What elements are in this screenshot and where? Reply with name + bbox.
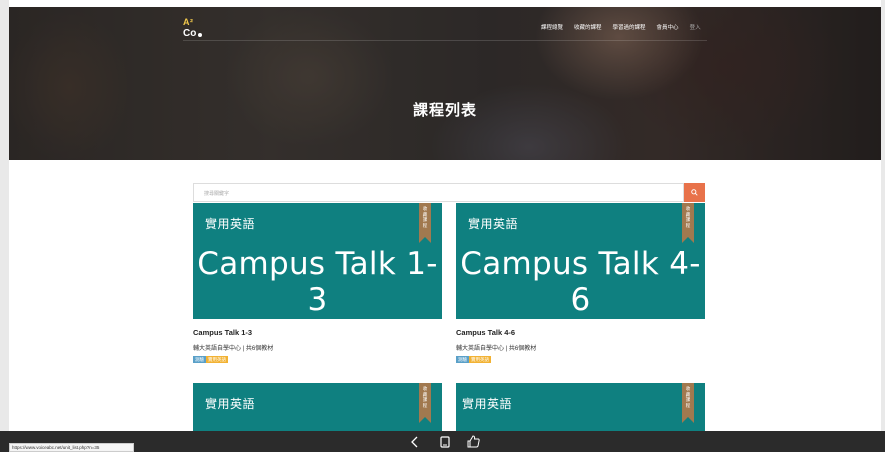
browser-page: A² Co 課程總覽 收藏的課程 學習過的課程 會員中心 登入 課程列表 搜尋關… xyxy=(0,0,885,452)
card-category: 實用英語 xyxy=(205,397,256,411)
card-category: 實用英語 xyxy=(462,397,513,411)
logo-dot xyxy=(198,33,202,37)
nav-divider xyxy=(183,40,707,41)
nav-course-overview[interactable]: 課程總覽 xyxy=(541,23,563,31)
course-card-thumbnail[interactable]: 實用英語 Campus Talk 1-3 收 藏 課 程 xyxy=(193,203,442,319)
thumbs-up-icon[interactable] xyxy=(467,435,480,448)
favorite-ribbon-label: 收 藏 課 程 xyxy=(422,386,428,408)
search-input[interactable]: 搜尋關鍵字 xyxy=(193,183,684,202)
logo-line1: A² xyxy=(183,17,194,27)
nav-login[interactable]: 登入 xyxy=(690,23,701,31)
tag-practical-english: 實用英語 xyxy=(469,356,491,363)
card-big-title: Campus Talk 1-3 xyxy=(197,246,438,318)
card-big-title: Campus Talk 4-6 xyxy=(460,246,701,318)
status-url: https://www.voiceabc.net/unit_list.php?n… xyxy=(9,443,134,452)
page-title: 課程列表 xyxy=(412,102,477,119)
course-meta: 輔大英語自學中心 | 共6個教材 xyxy=(193,346,274,352)
nav-learned-courses[interactable]: 學習過的課程 xyxy=(613,23,646,31)
course-card-thumbnail[interactable]: 實用英語 收 藏 課 程 xyxy=(193,383,442,431)
favorite-ribbon[interactable]: 收 藏 課 程 xyxy=(682,383,694,423)
favorite-ribbon[interactable]: 收 藏 課 程 xyxy=(419,383,431,423)
search-icon xyxy=(691,188,698,196)
back-icon[interactable] xyxy=(410,436,419,448)
course-title[interactable]: Campus Talk 4-6 xyxy=(456,328,515,337)
favorite-ribbon[interactable]: 收 藏 課 程 xyxy=(419,203,431,243)
course-meta: 輔大英語自學中心 | 共6個教材 xyxy=(456,346,537,352)
hero-overlay xyxy=(9,7,881,160)
course-card-thumbnail[interactable]: 實用英語 收 藏 課 程 xyxy=(456,383,705,431)
tag-quiz: 測驗 xyxy=(193,356,206,363)
course-card-thumbnail[interactable]: 實用英語 Campus Talk 4-6 收 藏 課 程 xyxy=(456,203,705,319)
right-edge xyxy=(881,0,885,452)
tag-practical-english: 實用英語 xyxy=(206,356,228,363)
favorite-ribbon-label: 收 藏 課 程 xyxy=(685,386,691,408)
logo-line2: Co xyxy=(183,28,197,39)
hero-banner: A² Co 課程總覽 收藏的課程 學習過的課程 會員中心 登入 課程列表 xyxy=(9,7,881,160)
nav-favorite-courses[interactable]: 收藏的課程 xyxy=(574,23,602,31)
top-nav: 課程總覽 收藏的課程 學習過的課程 會員中心 登入 xyxy=(541,23,701,31)
tablet-icon[interactable] xyxy=(440,436,450,448)
search-button[interactable] xyxy=(684,183,705,202)
card-category: 實用英語 xyxy=(468,217,519,231)
course-title[interactable]: Campus Talk 1-3 xyxy=(193,328,252,337)
left-edge xyxy=(0,0,9,452)
favorite-ribbon-label: 收 藏 課 程 xyxy=(422,206,428,228)
favorite-ribbon-label: 收 藏 課 程 xyxy=(685,206,691,228)
tag-quiz: 測驗 xyxy=(456,356,469,363)
nav-member-center[interactable]: 會員中心 xyxy=(657,23,679,31)
card-category: 實用英語 xyxy=(205,217,256,231)
favorite-ribbon[interactable]: 收 藏 課 程 xyxy=(682,203,694,243)
